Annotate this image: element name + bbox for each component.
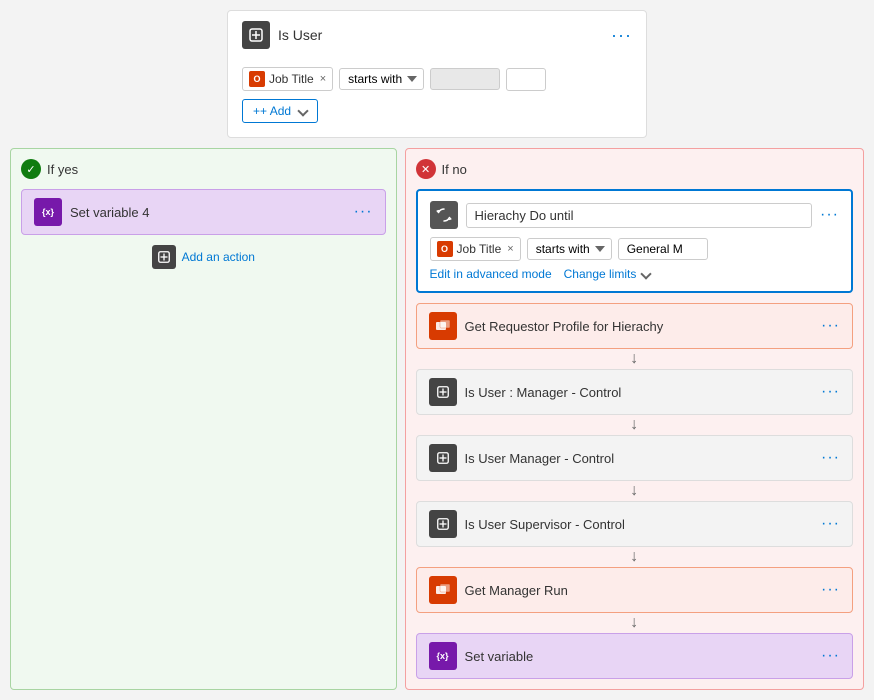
action-more-3[interactable]: ··· [821,449,840,467]
office-icon: O [249,71,265,87]
is-user-card: Is User ··· O Job Title × starts with eq… [227,10,647,138]
hierarchy-tag-close[interactable]: × [507,243,513,255]
hierarchy-field-tag: O Job Title × [430,237,521,261]
action-get-manager: Get Manager Run ··· [416,567,853,613]
var-icon-2: {x} [429,642,457,670]
flow-connector-2: ↓ [416,415,853,435]
add-action-link[interactable]: Add an action [21,245,386,269]
condition-icon-3 [429,510,457,538]
value-input-2[interactable] [506,68,546,91]
edit-advanced-link[interactable]: Edit in advanced mode [430,267,552,281]
office-icon-1 [429,312,457,340]
check-icon: ✓ [26,163,35,176]
action-label-1: Get Requestor Profile for Hierachy [465,319,813,334]
set-variable-more[interactable]: ··· [354,203,373,221]
if-no-panel: ✕ If no ··· [405,148,864,690]
if-no-header: ✕ If no [416,159,853,179]
add-action-icon [152,245,176,269]
action-more-5[interactable]: ··· [821,581,840,599]
hierarchy-condition-row: O Job Title × starts with equals [430,237,839,261]
card-header: Is User ··· [242,21,632,57]
field-tag: O Job Title × [242,67,333,91]
action-more-2[interactable]: ··· [821,383,840,401]
hierarchy-header: ··· [430,201,839,229]
field-label: Job Title [269,72,314,86]
variable-icon: {x} [34,198,62,226]
add-label: + Add [260,104,291,118]
hierarchy-card: ··· O Job Title × starts with equals [416,189,853,293]
set-variable-label: Set variable 4 [70,205,346,220]
flow-connector-3: ↓ [416,481,853,501]
if-no-title: If no [442,162,467,177]
hierarchy-operator-select[interactable]: starts with equals [527,238,612,260]
card-more-btn[interactable]: ··· [611,25,632,46]
action-is-user-manager: Is User : Manager - Control ··· [416,369,853,415]
action-label-5: Get Manager Run [465,583,813,598]
loop-icon [430,201,458,229]
hierarchy-field-label: Job Title [457,242,502,256]
change-limits-chevron [641,268,652,279]
action-is-user-supervisor: Is User Supervisor - Control ··· [416,501,853,547]
action-label-6: Set variable [465,649,813,664]
action-more-4[interactable]: ··· [821,515,840,533]
no-badge: ✕ [416,159,436,179]
tag-close-btn[interactable]: × [320,73,326,85]
hierarchy-title-input[interactable] [466,203,812,228]
action-get-requestor: Get Requestor Profile for Hierachy ··· [416,303,853,349]
add-chevron-icon [297,105,308,116]
flow-actions: Get Requestor Profile for Hierachy ··· ↓… [416,303,853,679]
change-limits-link[interactable]: Change limits [564,267,651,281]
add-icon: + [253,104,260,118]
split-area: ✓ If yes {x} Set variable 4 ··· [10,148,864,690]
office-icon-2 [429,576,457,604]
close-icon: ✕ [421,163,430,176]
flow-connector-4: ↓ [416,547,853,567]
yes-badge: ✓ [21,159,41,179]
condition-icon-2 [429,444,457,472]
action-more-1[interactable]: ··· [821,317,840,335]
condition-icon-1 [429,378,457,406]
operator-select[interactable]: starts with equals contains [339,68,424,90]
set-variable-card: {x} Set variable 4 ··· [21,189,386,235]
hierarchy-office-icon: O [437,241,453,257]
main-container: Is User ··· O Job Title × starts with eq… [0,0,874,700]
if-yes-panel: ✓ If yes {x} Set variable 4 ··· [10,148,397,690]
flow-connector-1: ↓ [416,349,853,369]
condition-row: O Job Title × starts with equals contain… [242,67,632,91]
add-action-label: Add an action [182,250,255,264]
action-label-4: Is User Supervisor - Control [465,517,813,532]
action-label-3: Is User Manager - Control [465,451,813,466]
action-is-user-manager-2: Is User Manager - Control ··· [416,435,853,481]
if-yes-header: ✓ If yes [21,159,386,179]
hierarchy-value-input[interactable] [618,238,708,260]
action-label-2: Is User : Manager - Control [465,385,813,400]
hierarchy-more[interactable]: ··· [820,206,839,224]
hierarchy-links: Edit in advanced mode Change limits [430,267,839,281]
flow-connector-5: ↓ [416,613,853,633]
add-button[interactable]: + + Add [242,99,318,123]
action-more-6[interactable]: ··· [821,647,840,665]
condition-icon [242,21,270,49]
value-input[interactable] [430,68,500,90]
if-yes-title: If yes [47,162,78,177]
action-set-variable: {x} Set variable ··· [416,633,853,679]
card-title: Is User [278,27,603,43]
